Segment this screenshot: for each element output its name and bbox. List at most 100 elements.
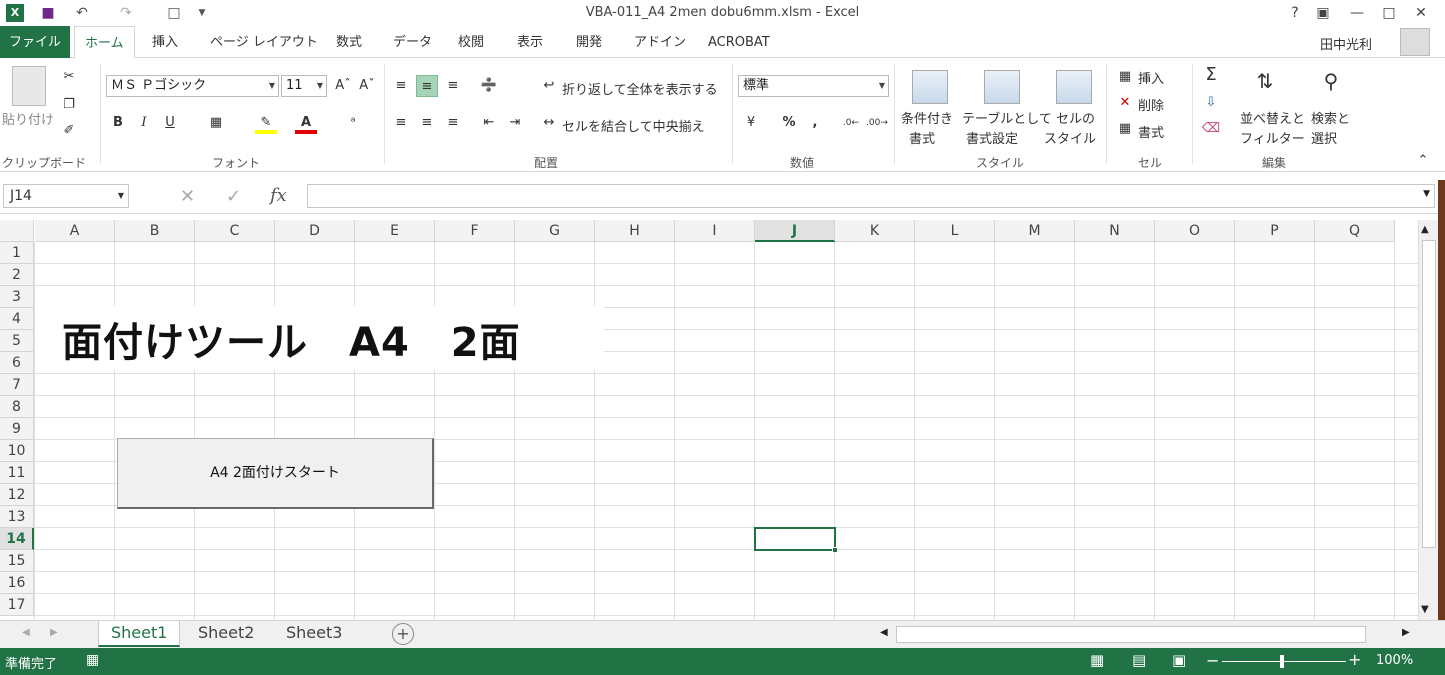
cell-styles-label-1[interactable]: セルの <box>1056 108 1095 127</box>
next-sheet-icon[interactable]: ▶ <box>50 627 58 638</box>
column-header-b[interactable]: B <box>115 220 195 242</box>
column-header-n[interactable]: N <box>1075 220 1155 242</box>
column-header-h[interactable]: H <box>595 220 675 242</box>
sheet-tab-sheet3[interactable]: Sheet3 <box>274 621 354 647</box>
tab-page-layout[interactable]: ページ レイアウト <box>200 26 328 58</box>
sheet-tab-sheet2[interactable]: Sheet2 <box>186 621 266 647</box>
column-header-c[interactable]: C <box>195 220 275 242</box>
horizontal-scroll-thumb[interactable] <box>896 626 1366 643</box>
merge-center-button[interactable]: セルを結合して中央揃え <box>562 116 705 135</box>
currency-icon[interactable]: ¥ <box>740 112 762 134</box>
tab-review[interactable]: 校閲 <box>448 26 494 58</box>
format-as-table-label-2[interactable]: 書式設定 <box>966 128 1018 147</box>
underline-button[interactable]: U <box>159 112 181 134</box>
normal-view-icon[interactable]: ▦ <box>1090 651 1104 669</box>
fill-handle[interactable] <box>832 547 838 553</box>
row-header-12[interactable]: 12 <box>0 484 34 506</box>
column-header-q[interactable]: Q <box>1315 220 1395 242</box>
align-center-icon[interactable]: ≡ <box>416 112 438 134</box>
tab-data[interactable]: データ <box>383 26 442 58</box>
grow-font-icon[interactable]: Aˆ <box>332 75 354 97</box>
collapse-ribbon-icon[interactable]: ⌃ <box>1412 150 1434 172</box>
fill-color-icon[interactable]: ✎ <box>255 112 277 134</box>
sort-filter-icon[interactable]: ⇅ <box>1254 70 1276 92</box>
fill-icon[interactable]: ⇩ <box>1200 92 1222 114</box>
column-header-l[interactable]: L <box>915 220 995 242</box>
column-header-e[interactable]: E <box>355 220 435 242</box>
find-select-label-1[interactable]: 検索と <box>1311 108 1350 127</box>
user-avatar[interactable] <box>1400 28 1430 56</box>
number-format-combo[interactable]: 標準 ▼ <box>738 75 889 97</box>
row-header-6[interactable]: 6 <box>0 352 34 374</box>
close-button[interactable]: ✕ <box>1408 2 1434 24</box>
comma-button[interactable]: , <box>804 112 826 134</box>
conditional-format-label-2[interactable]: 書式 <box>909 128 935 147</box>
align-top-icon[interactable]: ≡ <box>390 75 412 97</box>
tab-addins[interactable]: アドイン <box>624 26 696 58</box>
row-header-7[interactable]: 7 <box>0 374 34 396</box>
row-header-4[interactable]: 4 <box>0 308 34 330</box>
worksheet-grid[interactable]: ABCDEFGHIJKLMNOPQ 1 2 3 4 5 6 7 8 9 10 11 12 13 14 15 1… <box>0 220 1418 620</box>
zoom-in-icon[interactable]: + <box>1348 650 1361 669</box>
increase-indent-icon[interactable]: ⇥ <box>504 112 526 134</box>
tab-home[interactable]: ホーム <box>74 26 135 59</box>
shrink-font-icon[interactable]: Aˇ <box>356 75 378 97</box>
zoom-level[interactable]: 100% <box>1376 653 1413 668</box>
row-header-13[interactable]: 13 <box>0 506 34 528</box>
row-header-17[interactable]: 17 <box>0 594 34 616</box>
column-header-g[interactable]: G <box>515 220 595 242</box>
conditional-format-label-1[interactable]: 条件付き <box>901 108 953 127</box>
scroll-thumb[interactable] <box>1422 240 1436 548</box>
orientation-icon[interactable]: ➗ <box>478 75 500 97</box>
align-left-icon[interactable]: ≡ <box>390 112 412 134</box>
clear-icon[interactable]: ⌫ <box>1200 118 1222 140</box>
page-break-view-icon[interactable]: ▣ <box>1172 651 1186 669</box>
cut-icon[interactable]: ✂ <box>58 66 80 88</box>
row-header-2[interactable]: 2 <box>0 264 34 286</box>
format-cells-icon[interactable]: ▦ <box>1114 118 1136 140</box>
scroll-down-icon[interactable]: ▼ <box>1421 604 1429 615</box>
enter-icon[interactable]: ✓ <box>226 186 241 207</box>
zoom-out-icon[interactable]: − <box>1206 651 1219 670</box>
autosum-button[interactable]: Σ <box>1200 64 1222 86</box>
cell-styles-label-2[interactable]: スタイル <box>1044 128 1096 147</box>
row-header-16[interactable]: 16 <box>0 572 34 594</box>
delete-cells-button[interactable]: 削除 <box>1138 95 1164 114</box>
tab-acrobat[interactable]: ACROBAT <box>698 26 780 58</box>
decrease-indent-icon[interactable]: ⇤ <box>478 112 500 134</box>
active-cell[interactable] <box>754 527 838 553</box>
select-all-corner[interactable] <box>0 220 34 242</box>
column-header-m[interactable]: M <box>995 220 1075 242</box>
merge-center-icon[interactable]: ↔ <box>538 112 560 134</box>
row-header-15[interactable]: 15 <box>0 550 34 572</box>
macro-record-icon[interactable]: ▦ <box>86 652 99 668</box>
sheet-tab-sheet1[interactable]: Sheet1 <box>98 621 181 647</box>
font-color-icon[interactable]: A <box>295 112 317 134</box>
sort-filter-label-1[interactable]: 並べ替えと <box>1240 108 1305 127</box>
sort-filter-label-2[interactable]: フィルター <box>1240 128 1305 147</box>
align-middle-icon[interactable]: ≡ <box>416 75 438 97</box>
formula-input[interactable]: ▼ <box>307 184 1435 208</box>
find-select-label-2[interactable]: 選択 <box>1311 128 1337 147</box>
maximize-button[interactable]: □ <box>1376 2 1402 24</box>
scroll-up-icon[interactable]: ▲ <box>1421 224 1429 235</box>
column-header-j[interactable]: J <box>755 220 835 242</box>
copy-icon[interactable]: ❐ <box>58 94 80 116</box>
cell-styles-icon[interactable] <box>1056 70 1092 104</box>
tab-view[interactable]: 表示 <box>507 26 553 58</box>
page-layout-view-icon[interactable]: ▤ <box>1132 651 1146 669</box>
row-header-3[interactable]: 3 <box>0 286 34 308</box>
name-box[interactable]: J14 ▼ <box>3 184 129 208</box>
wrap-text-button[interactable]: 折り返して全体を表示する <box>562 79 718 98</box>
conditional-format-icon[interactable] <box>912 70 948 104</box>
zoom-slider-thumb[interactable] <box>1280 655 1284 668</box>
row-header-1[interactable]: 1 <box>0 242 34 264</box>
wrap-text-icon[interactable]: ↩ <box>538 75 560 97</box>
tab-file[interactable]: ファイル <box>0 26 70 58</box>
insert-cells-icon[interactable]: ▦ <box>1114 66 1136 88</box>
paste-icon[interactable] <box>12 66 46 106</box>
ribbon-display-icon[interactable]: ▣ <box>1310 2 1336 24</box>
format-cells-button[interactable]: 書式 <box>1138 122 1164 141</box>
hscroll-right-icon[interactable]: ▶ <box>1402 627 1410 638</box>
zoom-slider[interactable] <box>1222 661 1346 662</box>
